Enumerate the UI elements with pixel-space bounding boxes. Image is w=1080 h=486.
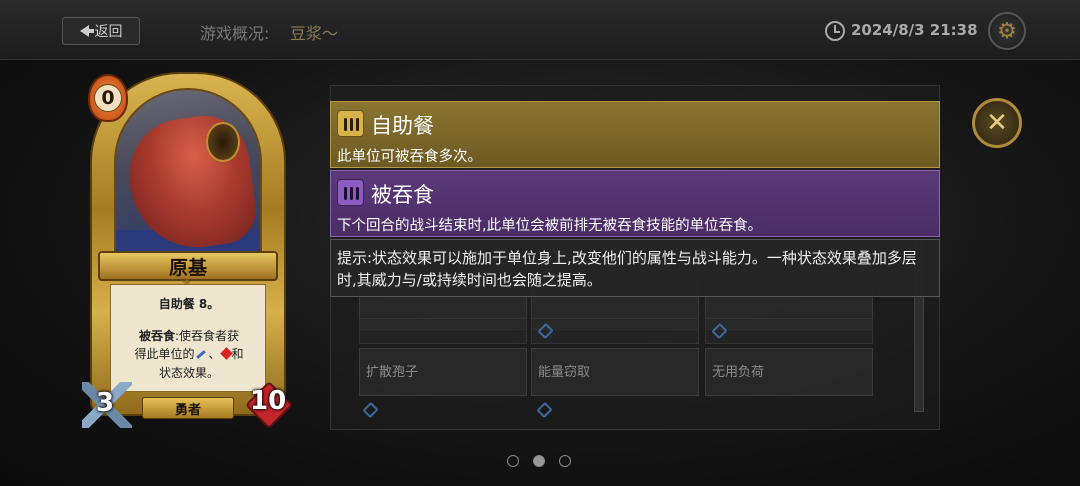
effect-icon (537, 322, 554, 340)
close-icon: ✕ (986, 108, 1008, 138)
table-cell-spread-spores[interactable]: 扩散孢子 (359, 348, 527, 396)
card-tribe: 勇者 (142, 397, 234, 419)
card-ability-line: 得此单位的、和 (134, 347, 244, 361)
gear-icon: ⚙ (997, 18, 1017, 44)
table-subcell (359, 318, 527, 344)
card-ability-line: 被吞食:使吞食者获 (138, 329, 240, 343)
tooltip-hint: 提示:状态效果可以施加于单位身上,改变他们的属性与战斗能力。一种状态效果叠加多层… (330, 239, 940, 297)
table-subcell (531, 318, 699, 344)
health-badge: 10 (244, 380, 294, 430)
tooltip-devoured: 被吞食 下个回合的战斗结束时,此单位会被前排无被吞食技能的单位吞食。 (330, 170, 940, 237)
close-button[interactable]: ✕ (972, 98, 1022, 148)
tooltip-desc: 下个回合的战斗结束时,此单位会被前排无被吞食技能的单位吞食。 (337, 218, 763, 234)
table-cell-label: 扩散孢子 (366, 365, 419, 380)
card-text-area: 自助餐 8。 被吞食:使吞食者获 得此单位的、和 状态效果。 (110, 284, 266, 392)
page-dot[interactable] (559, 455, 571, 467)
clock-icon (825, 21, 845, 41)
table-cell-energy-steal[interactable]: 能量窃取 (531, 348, 699, 396)
cost-badge: 0 (88, 74, 128, 122)
table-subcell (705, 318, 873, 344)
page-title-value: 豆浆～ (290, 24, 339, 43)
settings-button[interactable]: ⚙ (988, 12, 1026, 50)
page-indicator (507, 455, 571, 467)
back-arrow-icon (79, 25, 94, 37)
back-button-label: 返回 (94, 24, 123, 40)
tooltip-desc: 此单位可被吞食多次。 (337, 149, 482, 165)
page-dot-active[interactable] (533, 455, 545, 467)
tooltip-title: 自助餐 (371, 114, 434, 138)
effect-icon (711, 322, 728, 340)
tooltip-title: 被吞食 (371, 183, 434, 207)
heart-mini-icon (219, 347, 233, 360)
card-attack: 3 (96, 388, 115, 418)
card-ability-line: 状态效果。 (158, 366, 219, 380)
back-button[interactable]: 返回 (62, 17, 140, 45)
table-cell-useless-load[interactable]: 无用负荷 (705, 348, 873, 396)
attack-mini-icon (196, 350, 207, 359)
buffet-icon (337, 110, 364, 137)
tooltip-buffet: 自助餐 此单位可被吞食多次。 (330, 101, 940, 168)
table-cell-label: 无用负荷 (712, 365, 765, 380)
table-cell-label: 能量窃取 (538, 365, 591, 380)
page-title-label: 游戏概况: (200, 24, 270, 43)
top-bar: 返回 游戏概况: 豆浆～ 2024/8/3 21:38 ⚙ (0, 0, 1080, 60)
card-cost: 0 (94, 84, 122, 112)
devoured-icon (337, 179, 364, 206)
attack-badge: 3 (82, 382, 132, 428)
card-art (114, 88, 262, 260)
effect-icon (362, 401, 379, 419)
datetime-display: 2024/8/3 21:38 (851, 21, 978, 39)
card-health: 10 (250, 386, 287, 416)
unit-card[interactable]: 0 原基 ★ 自助餐 8。 被吞食:使吞食者获 得此单位的、和 状态效果。 3 … (82, 66, 294, 430)
effect-icon (536, 401, 553, 419)
hint-text: 提示:状态效果可以施加于单位身上,改变他们的属性与战斗能力。一种状态效果叠加多层… (337, 249, 917, 289)
page-dot[interactable] (507, 455, 519, 467)
card-ability-line: 自助餐 8。 (158, 297, 220, 311)
